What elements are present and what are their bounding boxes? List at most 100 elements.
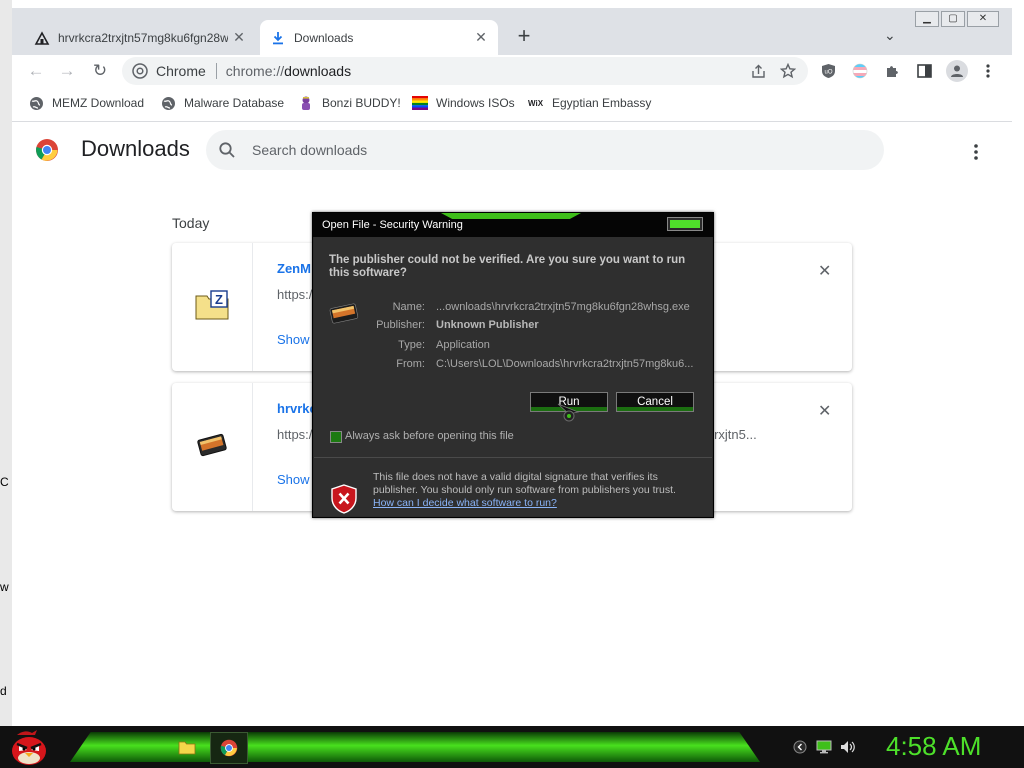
- desktop-icon-label-fragment: d: [0, 684, 7, 698]
- bookmark-label: Egyptian Embassy: [552, 96, 652, 110]
- site-favicon-icon: [34, 30, 50, 46]
- tab-strip: ▁ ▢ ✕ hrvrkcra2trxjtn57mg8ku6fgn28w ✕ Do…: [12, 8, 1012, 55]
- side-panel-icon[interactable]: [914, 62, 934, 80]
- globe-icon: [160, 95, 176, 111]
- warning-message: This file does not have a valid digital …: [373, 471, 703, 510]
- url-scheme: chrome://: [225, 63, 285, 79]
- dialog-close-button[interactable]: [667, 217, 703, 231]
- desktop-background: [0, 0, 12, 726]
- share-icon[interactable]: [748, 62, 768, 80]
- type-value: Application: [436, 339, 490, 351]
- show-in-folder-link[interactable]: Show: [277, 332, 310, 347]
- extensions-puzzle-icon[interactable]: [882, 62, 902, 80]
- forward-button[interactable]: →: [56, 60, 78, 82]
- file-source-url[interactable]: https:/: [277, 427, 312, 442]
- tray-network-icon[interactable]: [814, 737, 834, 757]
- section-date: Today: [172, 215, 210, 231]
- publisher-label: Publisher:: [376, 319, 425, 331]
- dialog-title: Open File - Security Warning: [322, 219, 463, 231]
- dialog-titlebar[interactable]: Open File - Security Warning: [313, 213, 713, 237]
- file-icon-cell: [172, 383, 253, 511]
- divider: [215, 63, 217, 79]
- tab-downloads[interactable]: Downloads ✕: [260, 20, 498, 55]
- download-icon: [270, 30, 286, 46]
- from-label: From:: [396, 358, 425, 370]
- search-input[interactable]: [250, 141, 754, 159]
- maximize-button[interactable]: ▢: [941, 11, 965, 27]
- reload-button[interactable]: ↻: [89, 60, 111, 82]
- show-in-folder-link[interactable]: Show: [277, 472, 310, 487]
- browser-toolbar: ← → ↻ Chrome chrome://downloads uO: [12, 55, 1012, 87]
- profile-avatar[interactable]: [946, 60, 968, 82]
- chrome-logo-icon: [35, 138, 59, 162]
- page-title: Downloads: [81, 136, 190, 161]
- tab-title: Downloads: [294, 30, 354, 45]
- tab-file[interactable]: hrvrkcra2trxjtn57mg8ku6fgn28w ✕: [24, 20, 256, 55]
- bookmark-malware-database[interactable]: Malware Database: [160, 95, 284, 111]
- svg-text:Z: Z: [215, 292, 223, 307]
- bonzi-icon: [298, 95, 314, 111]
- publisher-value: Unknown Publisher: [436, 319, 539, 331]
- help-link[interactable]: How can I decide what software to run?: [373, 497, 557, 509]
- more-options-icon[interactable]: [968, 144, 984, 160]
- remove-download-close-icon[interactable]: ✕: [818, 261, 831, 281]
- file-icon-cell: Z: [172, 243, 253, 371]
- url-text: chrome://downloads: [226, 63, 351, 79]
- taskbar: [0, 726, 1024, 768]
- taskbar-file-explorer-icon[interactable]: [169, 732, 205, 762]
- bookmark-egyptian-embassy[interactable]: WiX Egyptian Embassy: [528, 95, 651, 111]
- shield-error-icon: [331, 484, 357, 514]
- divider: [314, 457, 712, 458]
- taskbar-clock[interactable]: 4:58 AM: [886, 731, 981, 762]
- cancel-button[interactable]: Cancel: [616, 392, 694, 412]
- globe-icon: [28, 95, 44, 111]
- wix-icon: WiX: [528, 95, 544, 111]
- bookmark-label: MEMZ Download: [52, 96, 145, 110]
- search-icon: [218, 141, 236, 159]
- tab-close-icon[interactable]: ✕: [470, 29, 492, 46]
- tab-search-chevron-down-icon[interactable]: ⌄: [884, 27, 896, 44]
- bookmark-memz[interactable]: MEMZ Download: [28, 95, 144, 111]
- bookmark-label: Windows ISOs: [436, 96, 515, 110]
- name-label: Name:: [392, 301, 425, 313]
- new-tab-button[interactable]: +: [512, 25, 536, 47]
- zip-folder-icon: Z: [195, 289, 229, 325]
- bookmarks-bar: MEMZ Download Malware Database Bonzi BUD…: [12, 87, 1012, 122]
- always-ask-checkbox[interactable]: [330, 431, 342, 443]
- file-name-link[interactable]: ZenM: [277, 261, 311, 276]
- bookmark-bonzi-buddy[interactable]: Bonzi BUDDY!: [298, 95, 401, 111]
- browser-menu-icon[interactable]: [978, 62, 998, 80]
- tab-close-icon[interactable]: ✕: [228, 29, 250, 46]
- tray-volume-icon[interactable]: [838, 737, 858, 757]
- type-label: Type:: [398, 339, 425, 351]
- dialog-question: The publisher could not be verified. Are…: [329, 254, 686, 279]
- bookmark-label: Bonzi BUDDY!: [322, 96, 401, 110]
- url-host: downloads: [284, 63, 352, 79]
- window-controls: ▁ ▢ ✕: [915, 11, 999, 27]
- minimize-button[interactable]: ▁: [915, 11, 939, 27]
- bookmark-windows-isos[interactable]: Windows ISOs: [412, 95, 515, 111]
- tab-title: hrvrkcra2trxjtn57mg8ku6fgn28w: [58, 30, 228, 45]
- always-ask-label[interactable]: Always ask before opening this file: [345, 430, 514, 442]
- site-name: Chrome: [156, 63, 206, 79]
- tray-show-hidden-icon[interactable]: [790, 737, 810, 757]
- taskbar-chrome-icon[interactable]: [210, 732, 248, 764]
- start-button[interactable]: [6, 728, 52, 768]
- address-bar[interactable]: Chrome chrome://downloads: [122, 57, 808, 85]
- chrome-site-icon: [132, 63, 148, 79]
- dialog-body: The publisher could not be verified. Are…: [314, 237, 712, 516]
- back-button[interactable]: ←: [25, 60, 47, 82]
- file-source-url[interactable]: https:/: [277, 287, 312, 302]
- close-window-button[interactable]: ✕: [967, 11, 999, 27]
- security-warning-dialog: Open File - Security Warning The publish…: [312, 212, 714, 518]
- ublock-extension-icon[interactable]: uO: [818, 62, 838, 80]
- bookmark-star-icon[interactable]: [778, 62, 798, 80]
- file-name-link[interactable]: hrvrkc: [277, 401, 317, 416]
- remove-download-close-icon[interactable]: ✕: [818, 401, 831, 421]
- mouse-cursor-icon: [556, 402, 586, 431]
- name-value: ...ownloads\hrvrkcra2trxjtn57mg8ku6fgn28…: [436, 301, 690, 313]
- pride-flag-extension-icon[interactable]: [850, 62, 870, 80]
- from-value: C:\Users\LOL\Downloads\hrvrkcra2trxjtn57…: [436, 358, 694, 370]
- downloads-search-box[interactable]: [206, 130, 884, 170]
- svg-text:WiX: WiX: [528, 99, 544, 108]
